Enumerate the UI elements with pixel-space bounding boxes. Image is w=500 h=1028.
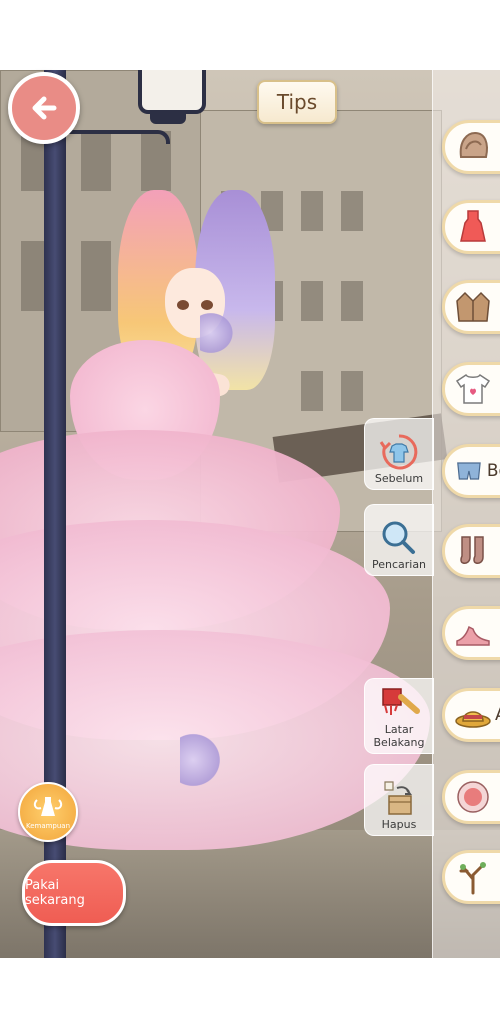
category-bottom[interactable]: Be xyxy=(442,444,500,498)
undo-outfit-icon xyxy=(379,434,418,470)
shoes-icon xyxy=(456,625,490,646)
item-icon xyxy=(459,862,486,895)
category-accessory[interactable]: A xyxy=(442,688,500,742)
category-shoes[interactable] xyxy=(442,606,500,660)
category-hair[interactable] xyxy=(442,120,500,174)
search-icon xyxy=(382,521,415,554)
category-socks[interactable] xyxy=(442,524,500,578)
wear-now-button[interactable]: Pakai sekarang xyxy=(22,860,126,926)
coat-icon xyxy=(456,291,490,322)
previous-outfit-button[interactable]: Sebelum xyxy=(364,418,434,490)
paint-brush-icon xyxy=(382,688,420,715)
category-item[interactable] xyxy=(442,850,500,904)
dress-icon xyxy=(460,210,486,242)
bottom-icon xyxy=(457,462,481,480)
search-button[interactable]: Pencarian xyxy=(364,504,434,576)
category-makeup[interactable] xyxy=(442,770,500,824)
socks-icon xyxy=(460,536,484,564)
street-lamp xyxy=(138,70,206,114)
category-coat[interactable] xyxy=(442,280,500,334)
category-dress[interactable] xyxy=(442,200,500,254)
back-button[interactable] xyxy=(8,72,80,144)
tips-button[interactable]: Tips xyxy=(257,80,337,124)
ability-button[interactable]: Kemampuan xyxy=(18,782,78,842)
category-top[interactable] xyxy=(442,362,500,416)
background-button[interactable]: Latar Belakang xyxy=(364,678,434,754)
dress-wings-icon xyxy=(33,797,63,816)
makeup-icon xyxy=(457,781,489,813)
box-icon xyxy=(384,781,412,815)
top-icon xyxy=(455,373,491,404)
hair-icon xyxy=(459,131,488,158)
arrow-left-icon xyxy=(32,96,57,120)
remove-button[interactable]: Hapus xyxy=(364,764,434,836)
accessory-icon xyxy=(455,711,491,728)
